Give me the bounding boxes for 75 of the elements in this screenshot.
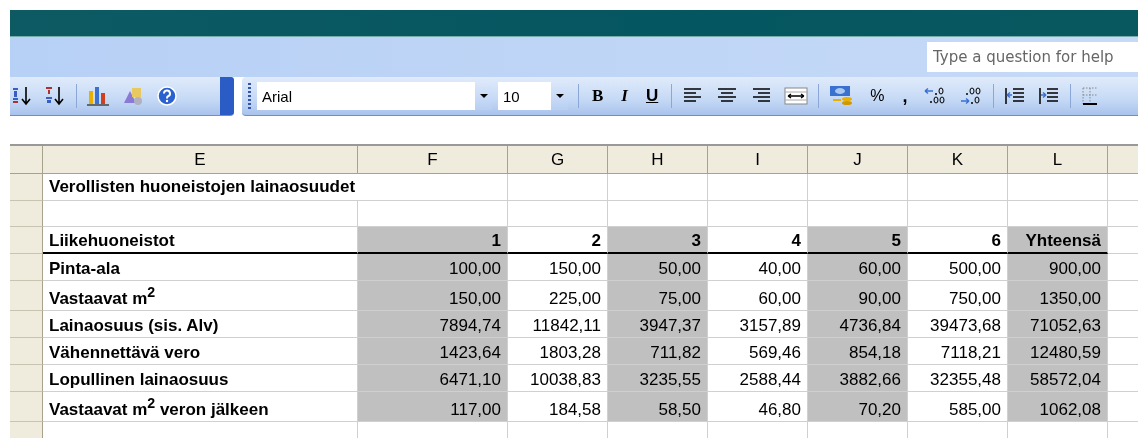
percent-style-button[interactable]: % — [867, 87, 888, 105]
table-cell: 711,82 — [608, 338, 708, 365]
help-icon[interactable] — [156, 85, 178, 107]
table-cell: 3235,55 — [608, 365, 708, 392]
table-cell: 4736,84 — [808, 311, 908, 338]
column-header[interactable]: E — [43, 146, 358, 174]
decrease-indent-icon[interactable] — [1003, 86, 1026, 106]
table-cell: 3882,66 — [808, 365, 908, 392]
row-header[interactable] — [10, 311, 43, 338]
underline-button[interactable]: U — [642, 86, 662, 106]
table-cell: 58572,04 — [1008, 365, 1108, 392]
row-header[interactable] — [10, 174, 43, 201]
bar-chart-icon[interactable] — [86, 85, 110, 107]
comma-style-button[interactable]: , — [899, 85, 911, 107]
table-cell: 1423,64 — [358, 338, 508, 365]
help-search-field[interactable]: Type a question for help — [927, 42, 1138, 72]
table-cell: 58,50 — [608, 392, 708, 422]
font-size-dropdown[interactable]: 10 — [498, 82, 568, 110]
column-header[interactable]: J — [808, 146, 908, 174]
select-all-corner[interactable] — [10, 146, 43, 174]
table-cell: 3 — [608, 227, 708, 254]
table-cell: 6471,10 — [358, 365, 508, 392]
column-header[interactable]: F — [358, 146, 508, 174]
table-cell: 854,18 — [808, 338, 908, 365]
column-header[interactable]: K — [908, 146, 1008, 174]
row-header[interactable] — [10, 227, 43, 254]
row-label: Lopullinen lainaosuus — [49, 370, 229, 390]
borders-icon[interactable] — [1080, 86, 1097, 106]
row-header[interactable] — [10, 254, 43, 281]
decrease-decimal-icon[interactable] — [958, 86, 983, 106]
row-header[interactable] — [10, 338, 43, 365]
column-header[interactable]: H — [608, 146, 708, 174]
sheet-title: Verollisten huoneistojen lainaosuudet — [43, 174, 508, 201]
table-cell: 1 — [358, 227, 508, 254]
row-header[interactable] — [10, 422, 43, 438]
bold-button[interactable]: B — [589, 86, 607, 106]
sort-ascending-icon[interactable] — [12, 85, 34, 107]
table-cell: 90,00 — [808, 281, 908, 311]
table-cell: 1350,00 — [1008, 281, 1108, 311]
column-header[interactable]: I — [708, 146, 808, 174]
table-cell: 50,00 — [608, 254, 708, 281]
table-cell: 1062,08 — [1008, 392, 1108, 422]
italic-button[interactable]: I — [618, 86, 631, 106]
table-cell: 75,00 — [608, 281, 708, 311]
column-header[interactable]: L — [1008, 146, 1108, 174]
table-cell: 117,00 — [358, 392, 508, 422]
table-cell: 60,00 — [808, 254, 908, 281]
row-label: Lainaosuus (sis. Alv) — [49, 316, 219, 336]
increase-indent-icon[interactable] — [1037, 86, 1060, 106]
table-cell: 5 — [808, 227, 908, 254]
row-label: Vastaavat m$^{2}$ veron jälkeen — [49, 395, 269, 420]
row-label: Vastaavat m$^{2}$ — [49, 284, 156, 309]
table-cell: 3947,37 — [608, 311, 708, 338]
row-header[interactable] — [10, 365, 43, 392]
row-header[interactable] — [10, 281, 43, 311]
table-cell: 150,00 — [358, 281, 508, 311]
increase-decimal-icon[interactable] — [922, 86, 947, 106]
row-header[interactable] — [10, 392, 43, 422]
table-cell: 900,00 — [1008, 254, 1108, 281]
font-name-dropdown[interactable]: Arial — [257, 82, 492, 110]
sort-descending-icon[interactable] — [45, 85, 67, 107]
column-header[interactable]: G — [508, 146, 608, 174]
row-header[interactable] — [10, 201, 43, 227]
table-cell: Yhteensä — [1008, 227, 1108, 254]
row-label: Liikehuoneistot — [49, 231, 175, 251]
table-cell: 71052,63 — [1008, 311, 1108, 338]
table-cell: 12480,59 — [1008, 338, 1108, 365]
table-cell: 7894,74 — [358, 311, 508, 338]
drawing-shapes-icon[interactable] — [121, 85, 145, 107]
merge-center-icon[interactable] — [784, 86, 809, 106]
table-cell: 70,20 — [808, 392, 908, 422]
table-cell: 100,00 — [358, 254, 508, 281]
row-label: Pinta-ala — [49, 259, 120, 279]
toolbar-grip[interactable] — [248, 83, 251, 109]
row-label: Vähennettävä vero — [49, 343, 201, 363]
